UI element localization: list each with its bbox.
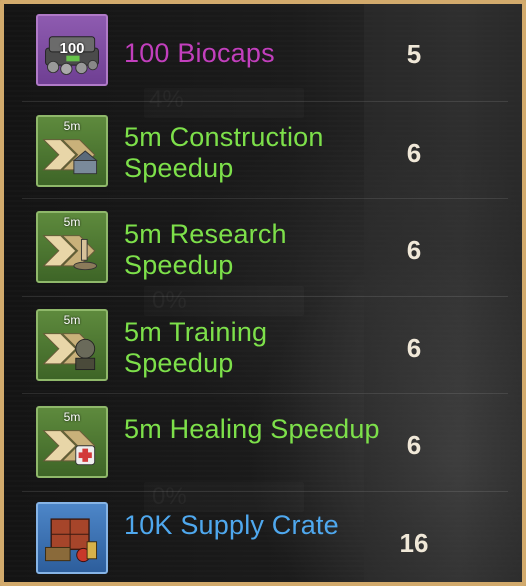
research-speedup-icon: 5m [36, 211, 108, 283]
reward-quantity: 6 [406, 430, 422, 460]
reward-name: 5m Training Speedup [124, 316, 268, 378]
list-item: 5m 5m Healing Speedup 6 [22, 394, 508, 492]
reward-name: 5m Healing Speedup [124, 414, 380, 444]
list-item: 5m 5m Training Speedup 6 [22, 297, 508, 394]
reward-name: 10K Supply Crate [124, 509, 339, 540]
supply-crate-graphic [45, 517, 98, 562]
supply-crate-icon [36, 501, 108, 574]
reward-name: 5m Construction Speedup [124, 121, 324, 183]
reward-quantity: 5 [406, 39, 422, 69]
biocaps-amount-label: 100 [59, 40, 85, 57]
reward-name: 100 Biocaps [124, 38, 275, 68]
list-item: 5m 5m Research Speedup 6 [22, 199, 508, 297]
reward-quantity: 6 [406, 137, 422, 168]
reward-list: 100 100 Biocaps 5 5m 5m Construction Spe… [22, 4, 508, 583]
duration-label: 5m [63, 410, 81, 424]
training-speedup-icon: 5m [36, 308, 108, 381]
reward-name: 5m Research Speedup [124, 219, 287, 280]
list-item: 5m 5m Construction Speedup 6 [22, 102, 508, 199]
duration-label: 5m [63, 118, 81, 133]
reward-quantity: 6 [406, 235, 422, 265]
list-item: 10K Supply Crate 16 [22, 492, 508, 583]
reward-quantity: 6 [406, 332, 422, 363]
reward-list-panel: 4% 0% 0% 100 100 Biocaps 5 [0, 0, 526, 586]
construction-speedup-icon: 5m [36, 114, 108, 187]
duration-label: 5m [63, 312, 81, 327]
list-item: 100 100 Biocaps 5 [22, 4, 508, 102]
healing-speedup-icon: 5m [36, 406, 108, 478]
reward-quantity: 16 [399, 527, 429, 558]
duration-label: 5m [63, 215, 81, 229]
biocaps-icon: 100 [36, 14, 108, 86]
